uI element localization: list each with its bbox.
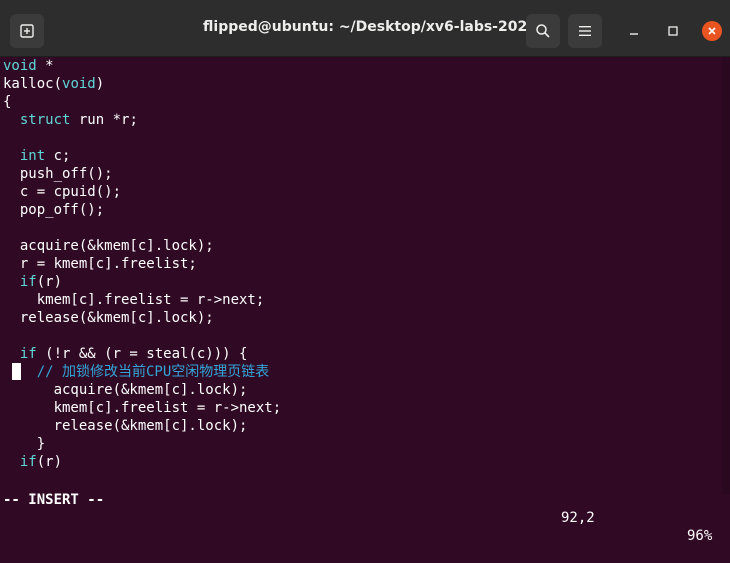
code-token: } [3,436,46,452]
minimize-icon [630,33,638,35]
code-token: c = cpuid(); [3,184,122,200]
code-token: kalloc( [3,76,63,92]
vim-status-line: -- INSERT -- 92,2 96% [0,473,720,544]
code-line: kalloc(void) [3,75,104,93]
code-line: acquire(&kmem[c].lock); [3,237,214,255]
maximize-icon [668,26,678,36]
comment-token: // 加锁修改当前CPU空闲物理页链表 [36,364,270,380]
keyword-token: void [3,58,37,74]
search-icon [536,24,550,38]
terminal-window: flipped@ubuntu: ~/Desktop/xv6-labs-2021 [0,0,730,544]
menu-button[interactable] [568,14,602,48]
code-line: } [3,435,45,453]
keyword-token: if [19,274,37,290]
code-token: r = kmem[c].freelist; [3,256,197,272]
vim-editor[interactable]: void * kalloc(void){ struct run *r; int c… [0,57,720,473]
code-token: push_off(); [3,166,113,182]
code-line: // 加锁修改当前CPU空闲物理页链表 [3,363,270,381]
code-line: struct run *r; [3,111,138,129]
code-token: acquire(&kmem[c].lock); [3,382,248,398]
scroll-percent: 96% [687,528,713,544]
code-token: c; [45,148,71,164]
close-icon [708,27,716,35]
maximize-button[interactable] [663,21,683,41]
code-line: kmem[c].freelist = r->next; [3,399,282,417]
code-line: void * [3,57,54,75]
text-cursor [12,363,21,380]
code-line: int c; [3,147,71,165]
keyword-token: void [62,76,96,92]
new-tab-button[interactable] [10,14,44,48]
code-line: r = kmem[c].freelist; [3,255,197,273]
code-token: run *r; [70,112,138,128]
code-token: ) [95,76,105,92]
keyword-token: if [19,454,37,470]
code-line: c = cpuid(); [3,183,121,201]
code-line: release(&kmem[c].lock); [3,417,248,435]
code-token: kmem[c].freelist = r->next; [3,292,265,308]
code-line: if (!r && (r = steal(c))) { [3,345,248,363]
code-token: release(&kmem[c].lock); [3,310,214,326]
code-token: (r) [36,274,63,290]
code-token: kmem[c].freelist = r->next; [3,400,282,416]
title-bar: flipped@ubuntu: ~/Desktop/xv6-labs-2021 [0,0,730,57]
code-line: kmem[c].freelist = r->next; [3,291,265,309]
keyword-token: int [19,148,46,164]
code-token: pop_off(); [3,202,105,218]
close-button[interactable] [702,21,722,41]
keyword-token: struct [19,112,71,128]
code-token: * [36,58,54,74]
code-token: release(&kmem[c].lock); [3,418,248,434]
search-button[interactable] [526,14,560,48]
code-line: if(r) [3,453,62,471]
code-token: (!r && (r = steal(c))) { [36,346,248,362]
code-line: { [3,93,11,111]
hamburger-menu-icon [579,26,591,36]
code-line: pop_off(); [3,201,104,219]
minimize-button[interactable] [624,21,644,41]
cursor-position: 92,2 [561,510,595,526]
code-line: if(r) [3,273,62,291]
code-token: { [3,94,12,110]
keyword-token: if [19,346,37,362]
new-tab-icon [20,24,34,38]
code-line: release(&kmem[c].lock); [3,309,214,327]
code-token: acquire(&kmem[c].lock); [3,238,214,254]
code-line: acquire(&kmem[c].lock); [3,381,248,399]
code-line: push_off(); [3,165,113,183]
window-title: flipped@ubuntu: ~/Desktop/xv6-labs-2021 [203,19,537,35]
code-token: (r) [36,454,63,470]
scrollbar[interactable] [722,57,730,494]
